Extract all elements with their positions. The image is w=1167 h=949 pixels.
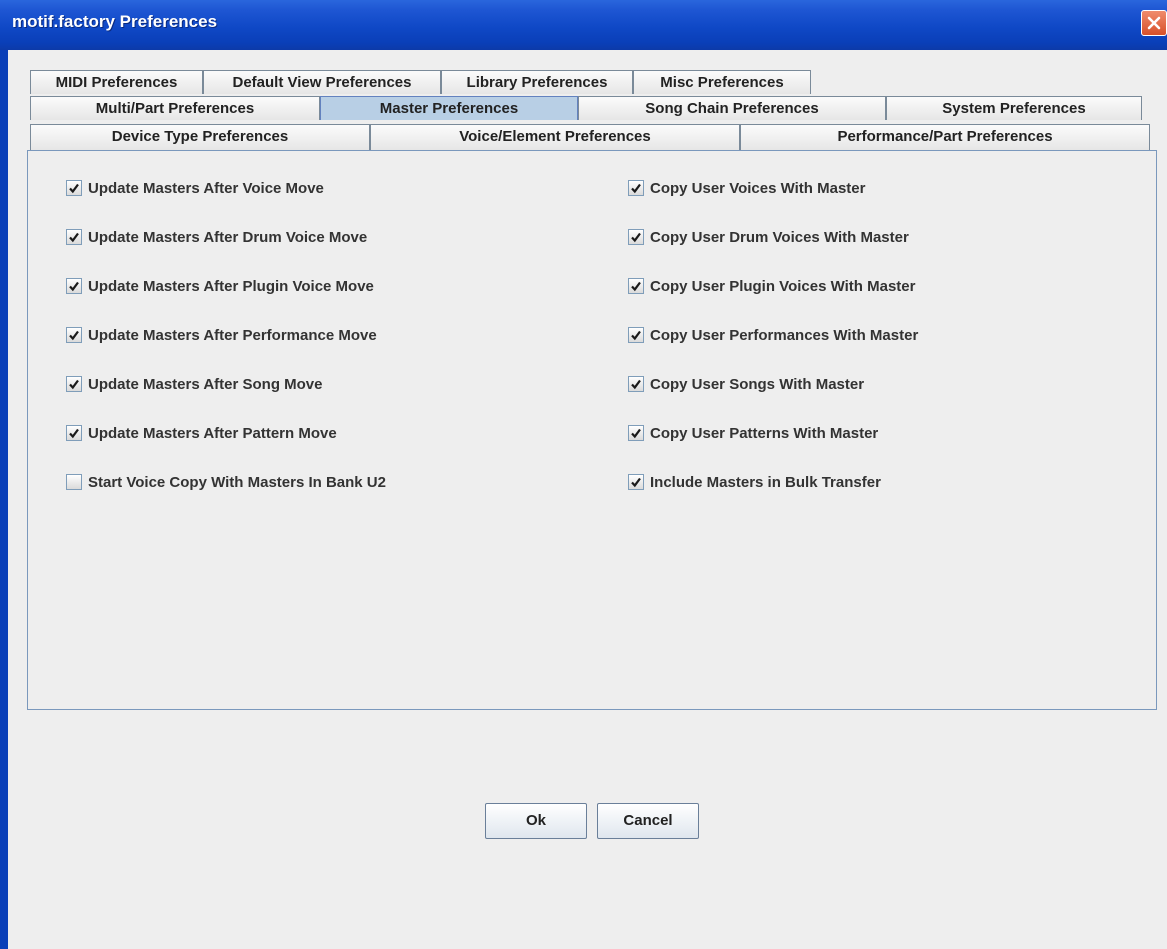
check-mark-icon [69, 428, 79, 439]
dialog-client-area: MIDI Preferences Default View Preference… [8, 50, 1167, 949]
close-button[interactable] [1141, 10, 1167, 36]
checkbox[interactable] [66, 376, 82, 392]
checkbox[interactable] [66, 474, 82, 490]
check-mark-icon [631, 281, 641, 292]
tab-midi-preferences[interactable]: MIDI Preferences [30, 70, 203, 94]
checkbox-option[interactable]: Copy User Songs With Master [628, 373, 864, 395]
checkbox[interactable] [66, 327, 82, 343]
window-frame-left [0, 50, 8, 949]
checkbox[interactable] [66, 278, 82, 294]
checkbox[interactable] [628, 180, 644, 196]
check-mark-icon [631, 477, 641, 488]
checkbox[interactable] [628, 327, 644, 343]
check-mark-icon [69, 281, 79, 292]
check-mark-icon [69, 232, 79, 243]
checkbox-option[interactable]: Update Masters After Plugin Voice Move [66, 275, 374, 297]
window-title: motif.factory Preferences [12, 12, 218, 31]
checkbox[interactable] [628, 229, 644, 245]
check-mark-icon [631, 330, 641, 341]
title-bar[interactable]: motif.factory Preferences [0, 0, 1167, 51]
tab-library-preferences[interactable]: Library Preferences [441, 70, 633, 94]
cancel-button[interactable]: Cancel [597, 803, 699, 839]
checkbox-label: Update Masters After Voice Move [88, 179, 324, 197]
checkbox[interactable] [66, 229, 82, 245]
check-mark-icon [69, 183, 79, 194]
checkbox-option[interactable]: Copy User Performances With Master [628, 324, 918, 346]
checkbox-label: Update Masters After Drum Voice Move [88, 228, 368, 246]
checkbox-label: Copy User Voices With Master [650, 179, 866, 197]
check-mark-icon [69, 379, 79, 390]
tab-master-preferences[interactable]: Master Preferences [320, 96, 578, 120]
checkbox-label: Start Voice Copy With Masters In Bank U2 [88, 473, 386, 491]
checkbox-option[interactable]: Copy User Plugin Voices With Master [628, 275, 915, 297]
checkbox-option[interactable]: Update Masters After Performance Move [66, 324, 377, 346]
checkbox-option[interactable]: Update Masters After Voice Move [66, 177, 324, 199]
checkbox-option[interactable]: Copy User Drum Voices With Master [628, 226, 909, 248]
close-icon [1147, 16, 1161, 30]
checkbox-option[interactable]: Start Voice Copy With Masters In Bank U2 [66, 471, 386, 493]
tab-voice-element-preferences[interactable]: Voice/Element Preferences [370, 124, 740, 150]
checkbox-label: Copy User Performances With Master [650, 326, 919, 344]
checkbox-label: Copy User Plugin Voices With Master [650, 277, 916, 295]
checkbox-option[interactable]: Copy User Patterns With Master [628, 422, 878, 444]
check-mark-icon [69, 330, 79, 341]
ok-button[interactable]: Ok [485, 803, 587, 839]
checkbox-option[interactable]: Include Masters in Bulk Transfer [628, 471, 881, 493]
checkbox-option[interactable]: Update Masters After Song Move [66, 373, 323, 395]
checkbox-label: Update Masters After Pattern Move [88, 424, 337, 442]
checkbox-option[interactable]: Copy User Voices With Master [628, 177, 865, 199]
check-mark-icon [631, 232, 641, 243]
checkbox-label: Update Masters After Plugin Voice Move [88, 277, 374, 295]
tab-multi-part-preferences[interactable]: Multi/Part Preferences [30, 96, 320, 120]
tab-performance-part-preferences[interactable]: Performance/Part Preferences [740, 124, 1150, 150]
checkbox[interactable] [66, 425, 82, 441]
tab-misc-preferences[interactable]: Misc Preferences [633, 70, 811, 94]
check-mark-icon [631, 183, 641, 194]
checkbox[interactable] [628, 474, 644, 490]
checkbox-label: Update Masters After Performance Move [88, 326, 377, 344]
checkbox-label: Copy User Drum Voices With Master [650, 228, 909, 246]
master-preferences-panel: Update Masters After Voice Move Update Ma… [27, 150, 1157, 710]
checkbox[interactable] [628, 425, 644, 441]
tab-song-chain-preferences[interactable]: Song Chain Preferences [578, 96, 886, 120]
tab-device-type-preferences[interactable]: Device Type Preferences [30, 124, 370, 150]
checkbox[interactable] [628, 376, 644, 392]
checkbox-label: Copy User Patterns With Master [650, 424, 879, 442]
checkbox-option[interactable]: Update Masters After Drum Voice Move [66, 226, 367, 248]
checkbox-label: Update Masters After Song Move [88, 375, 323, 393]
checkbox[interactable] [66, 180, 82, 196]
checkbox-label: Copy User Songs With Master [650, 375, 865, 393]
tab-default-view-preferences[interactable]: Default View Preferences [203, 70, 441, 94]
check-mark-icon [631, 428, 641, 439]
checkbox-option[interactable]: Update Masters After Pattern Move [66, 422, 337, 444]
checkbox-label: Include Masters in Bulk Transfer [650, 473, 881, 491]
checkbox[interactable] [628, 278, 644, 294]
check-mark-icon [631, 379, 641, 390]
tab-system-preferences[interactable]: System Preferences [886, 96, 1142, 120]
